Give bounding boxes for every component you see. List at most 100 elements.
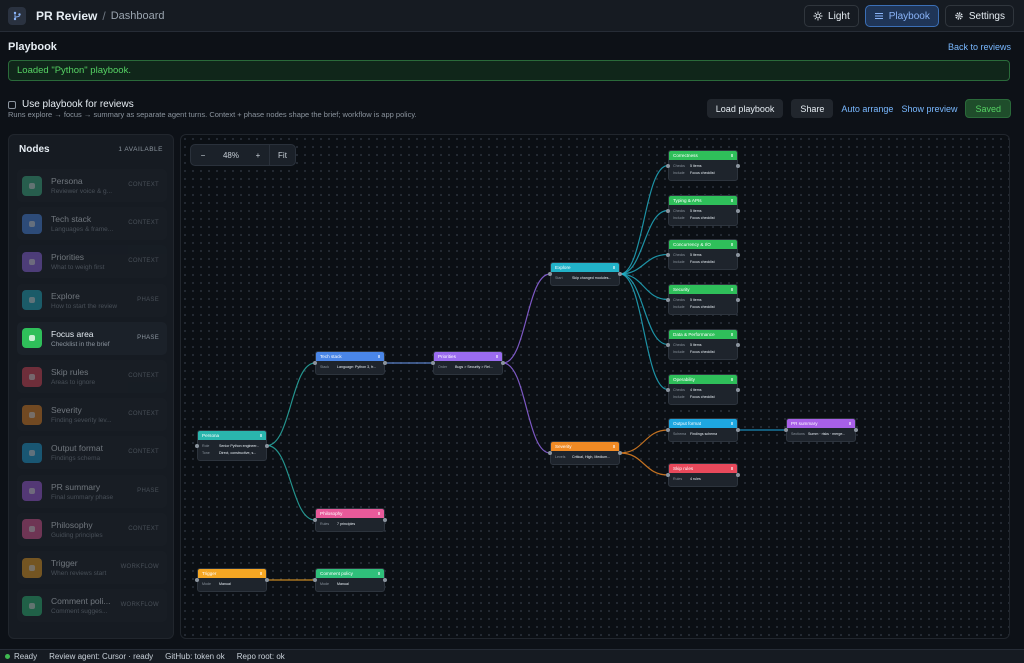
- flow-node-trigger[interactable]: Trigger Mode Manual: [195, 568, 269, 592]
- flow-node-data[interactable]: Data & Performance Checks 5 items Include Fo…: [666, 329, 740, 360]
- palette-item[interactable]: Focus area Checklist in the brief PHASE: [17, 321, 167, 355]
- flow-node-persona[interactable]: Persona Role Senior Python engineer... Tone…: [195, 430, 269, 461]
- flow-node-correctness[interactable]: Correctness Checks 5 items Include Focus che…: [666, 150, 740, 181]
- flow-canvas[interactable]: Persona Role Senior Python engineer... Tone…: [180, 134, 1010, 639]
- saved-button[interactable]: Saved: [965, 99, 1011, 118]
- input-port[interactable]: [548, 272, 552, 276]
- output-port[interactable]: [501, 361, 505, 365]
- use-playbook-row[interactable]: Use playbook for reviews: [8, 99, 134, 110]
- palette-item[interactable]: Tech stack Languages & frame... CONTEXT: [17, 207, 167, 241]
- output-port[interactable]: [736, 473, 740, 477]
- load-playbook-button[interactable]: Load playbook: [706, 99, 784, 118]
- output-port[interactable]: [736, 297, 740, 302]
- flow-node-severity[interactable]: Severity Levels Critical, High, Medium...: [548, 441, 622, 465]
- node-field: Mode Manual: [320, 581, 380, 588]
- palette-item[interactable]: Comment poli... Comment sugges... WORKFLOW: [17, 589, 167, 623]
- output-port[interactable]: [383, 518, 387, 522]
- input-port[interactable]: [666, 208, 670, 213]
- flow-node-typing[interactable]: Typing & APIs Checks 5 items Include Focus c…: [666, 195, 740, 226]
- palette-item-text: Skip rules Areas to ignore: [51, 367, 129, 386]
- node-field-key: Checks: [673, 388, 685, 392]
- output-port[interactable]: [854, 428, 858, 432]
- output-port[interactable]: [736, 428, 740, 432]
- input-port[interactable]: [666, 297, 670, 302]
- output-port[interactable]: [736, 252, 740, 257]
- output-port[interactable]: [736, 342, 740, 347]
- input-port[interactable]: [666, 163, 670, 168]
- output-port[interactable]: [383, 361, 387, 365]
- flow-node-security[interactable]: Security Checks 5 items Include Focus checkl…: [666, 284, 740, 315]
- edge-explore-correctness[interactable]: [619, 164, 669, 275]
- output-port[interactable]: [265, 578, 269, 582]
- flow-node-skiprules[interactable]: Skip rules Rules 4 rules: [666, 463, 740, 487]
- settings-button[interactable]: Settings: [944, 5, 1014, 27]
- output-port[interactable]: [618, 272, 622, 276]
- flow-node-techstack[interactable]: Tech stack Stack Language: Python 3, fr...: [313, 351, 387, 375]
- node-title: Priorities: [434, 352, 502, 361]
- node-field-value: Summ · risks · merge...: [808, 432, 846, 436]
- edge-severity-output[interactable]: [619, 429, 669, 454]
- breadcrumb-dashboard[interactable]: Dashboard: [111, 10, 165, 22]
- input-port[interactable]: [666, 342, 670, 347]
- palette-item-kind: CONTEXT: [128, 258, 159, 265]
- input-port[interactable]: [548, 451, 552, 455]
- output-port[interactable]: [736, 387, 740, 392]
- flow-node-prsummary[interactable]: PR summary Sections Summ · risks · merge..…: [784, 418, 858, 442]
- light-theme-button[interactable]: Light: [804, 5, 859, 27]
- palette-item[interactable]: Explore How to start the review PHASE: [17, 283, 167, 317]
- node-field-value: 5 items: [690, 164, 702, 168]
- back-to-reviews-link[interactable]: Back to reviews: [948, 42, 1011, 52]
- palette-item[interactable]: Trigger When reviews start WORKFLOW: [17, 551, 167, 584]
- output-port[interactable]: [618, 451, 622, 455]
- node-type-icon: [22, 481, 42, 502]
- zoom-out-button[interactable]: −: [191, 145, 215, 165]
- palette-item[interactable]: Output format Findings schema CONTEXT: [17, 436, 167, 470]
- edge-severity-skiprules[interactable]: [619, 452, 669, 476]
- input-port[interactable]: [195, 578, 199, 582]
- palette-item[interactable]: Severity Finding severity lev... CONTEXT: [17, 398, 167, 432]
- flow-node-priorities[interactable]: Priorities Order Bugs > Security > Rel...: [431, 351, 505, 375]
- playbook-tab-button[interactable]: Playbook: [864, 5, 939, 27]
- input-port[interactable]: [666, 252, 670, 257]
- output-port[interactable]: [736, 208, 740, 213]
- input-port[interactable]: [784, 428, 788, 432]
- share-button[interactable]: Share: [791, 99, 834, 118]
- status-repo: Repo root: ok: [236, 652, 285, 661]
- output-port[interactable]: [383, 578, 387, 582]
- palette-item[interactable]: Philosophy Guiding principles CONTEXT: [17, 512, 167, 546]
- node-field-value: Focus checklist: [690, 216, 715, 220]
- flow-node-output[interactable]: Output format Schema Findings schema: [666, 418, 740, 442]
- input-port[interactable]: [666, 473, 670, 477]
- output-port[interactable]: [736, 163, 740, 168]
- show-preview-link[interactable]: Show preview: [901, 104, 957, 114]
- flow-node-operability[interactable]: Operability Checks 4 items Include Focus che…: [666, 374, 740, 405]
- input-port[interactable]: [313, 578, 317, 582]
- palette-item[interactable]: Skip rules Areas to ignore CONTEXT: [17, 360, 167, 393]
- input-port[interactable]: [431, 361, 435, 365]
- zoom-fit-button[interactable]: Fit: [269, 145, 295, 165]
- flow-node-philosophy[interactable]: Philosophy Rules 7 principles: [313, 508, 387, 532]
- playbook-actions: Load playbook Share Auto arrange Show pr…: [706, 99, 1011, 118]
- use-playbook-checkbox[interactable]: [8, 100, 16, 109]
- palette-item[interactable]: PR summary Final summary phase PHASE: [17, 474, 167, 508]
- output-port[interactable]: [265, 443, 269, 448]
- edge-priorities-explore[interactable]: [502, 273, 551, 364]
- palette-item-name: Tech stack: [51, 214, 92, 225]
- flow-node-concurrency[interactable]: Concurrency & I/O Checks 5 items Include Foc…: [666, 239, 740, 270]
- edge-persona-philosophy[interactable]: [266, 444, 316, 521]
- input-port[interactable]: [313, 518, 317, 522]
- palette-item[interactable]: Priorities What to weigh first CONTEXT: [17, 245, 167, 279]
- input-port[interactable]: [666, 428, 670, 432]
- zoom-in-button[interactable]: +: [247, 145, 269, 165]
- edge-persona-techstack[interactable]: [266, 362, 316, 447]
- palette-item-kind: CONTEXT: [128, 525, 159, 532]
- input-port[interactable]: [313, 361, 317, 365]
- input-port[interactable]: [195, 443, 199, 448]
- flow-node-explore[interactable]: Explore Start Skip changed modules...: [548, 262, 622, 286]
- edge-explore-operability[interactable]: [619, 273, 669, 391]
- edge-priorities-severity[interactable]: [502, 362, 551, 454]
- flow-node-comment[interactable]: Comment policy Mode Manual: [313, 568, 387, 592]
- input-port[interactable]: [666, 387, 670, 392]
- auto-arrange-link[interactable]: Auto arrange: [841, 104, 893, 114]
- palette-item[interactable]: Persona Reviewer voice & g... CONTEXT: [17, 169, 167, 202]
